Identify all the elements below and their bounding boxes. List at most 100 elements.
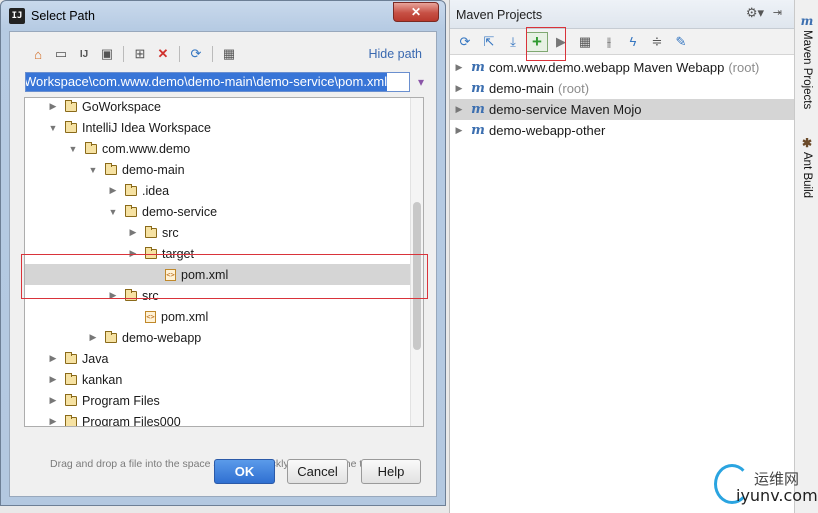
skip-tests-icon[interactable]: ϟ: [622, 31, 644, 53]
collapsed-arrow-icon[interactable]: ▶: [47, 374, 59, 385]
project-icon[interactable]: IJ: [74, 44, 94, 64]
cancel-button[interactable]: Cancel: [287, 459, 348, 484]
folder-icon: [65, 414, 77, 426]
tab-ant-build-label: Ant Build: [801, 152, 813, 199]
folder-icon: [125, 183, 137, 196]
folder-icon: [105, 330, 117, 343]
maven-project-label: demo-service Maven Mojo: [489, 102, 642, 117]
tree-row[interactable]: <> pom.xml: [25, 306, 411, 327]
dialog-titlebar: IJ Select Path: [9, 6, 95, 26]
tree-row[interactable]: ▶ Program Files: [25, 390, 411, 411]
refresh-icon[interactable]: ⟳: [186, 44, 206, 64]
tree-row[interactable]: ▶ demo-webapp: [25, 327, 411, 348]
tree-item-label: kankan: [82, 372, 123, 387]
collapsed-arrow-icon[interactable]: ▶: [453, 83, 465, 94]
maven-project-row[interactable]: ▶ m demo-main (root): [450, 78, 794, 99]
tab-maven-projects[interactable]: m Maven Projects: [795, 14, 818, 109]
new-folder-icon[interactable]: ⊞: [130, 44, 150, 64]
path-input[interactable]: Workspace\com.www.demo\demo-main\demo-se…: [25, 72, 410, 92]
tab-ant-build[interactable]: ✱ Ant Build: [795, 136, 818, 198]
maven-panel-header: Maven Projects ⚙▾ ⇥: [450, 0, 794, 29]
intellij-icon: IJ: [9, 8, 25, 24]
folder-icon: [105, 162, 117, 175]
maven-project-row[interactable]: ▶ m demo-service Maven Mojo: [450, 99, 794, 120]
tree-item-label: IntelliJ Idea Workspace: [82, 120, 211, 135]
collapsed-arrow-icon[interactable]: ▶: [47, 101, 59, 112]
dialog-toolbar: ⌂ ▭ IJ ▣ ⊞ ✕ ⟳ ▦: [28, 44, 239, 64]
maven-project-label: com.www.demo.webapp Maven Webapp: [489, 60, 725, 75]
folder-icon: [65, 99, 77, 112]
download-icon[interactable]: ⤓: [502, 31, 524, 53]
execute-goal-icon[interactable]: ▦: [574, 31, 596, 53]
tree-item-label: demo-service: [142, 204, 218, 219]
maven-project-row[interactable]: ▶ m demo-webapp-other: [450, 120, 794, 141]
tree-item-label: Program Files000: [82, 414, 181, 427]
maven-project-label: demo-webapp-other: [489, 123, 606, 138]
tree-row[interactable]: ▶ Program Files000: [25, 411, 411, 427]
dialog-title: Select Path: [31, 9, 95, 23]
tree-row[interactable]: ▼ demo-service: [25, 201, 411, 222]
maven-module-icon: m: [471, 123, 485, 138]
tree-item-label: pom.xml: [161, 309, 209, 324]
tree-row[interactable]: ▶ kankan: [25, 369, 411, 390]
tree-row[interactable]: ▶ .idea: [25, 180, 411, 201]
expanded-arrow-icon[interactable]: ▼: [67, 144, 79, 154]
collapsed-arrow-icon[interactable]: ▶: [87, 332, 99, 343]
tree-row[interactable]: ▶ src: [25, 222, 411, 243]
close-button[interactable]: ✕: [393, 2, 439, 22]
collapsed-arrow-icon[interactable]: ▶: [127, 227, 139, 238]
maven-project-label: demo-main: [489, 81, 555, 96]
module-icon[interactable]: ▣: [97, 44, 117, 64]
collapsed-arrow-icon[interactable]: ▶: [47, 353, 59, 364]
tree-item-label: .idea: [142, 183, 170, 198]
watermark-url: iyunv.com: [736, 486, 818, 505]
tree-row[interactable]: ▼ IntelliJ Idea Workspace: [25, 117, 411, 138]
generate-sources-icon[interactable]: ⇱: [478, 31, 500, 53]
delete-icon[interactable]: ✕: [153, 44, 173, 64]
help-button[interactable]: Help: [361, 459, 421, 484]
watermark-logo: 运维网 iyunv.com: [712, 462, 818, 510]
maven-module-icon: m: [471, 102, 485, 117]
highlight-add-box: [526, 27, 566, 61]
toggle-offline-icon[interactable]: ⫲: [598, 31, 620, 53]
collapsed-arrow-icon[interactable]: ▶: [453, 62, 465, 73]
tree-row[interactable]: ▼ com.www.demo: [25, 138, 411, 159]
maven-module-icon: m: [471, 60, 485, 75]
home-icon[interactable]: ⌂: [28, 44, 48, 64]
expanded-arrow-icon[interactable]: ▼: [87, 165, 99, 175]
gear-icon[interactable]: ⚙▾: [746, 5, 764, 21]
maven-icon: m: [800, 14, 814, 28]
folder-icon: [65, 393, 77, 406]
highlight-selection-box: [21, 254, 428, 299]
collapsed-arrow-icon[interactable]: ▶: [453, 104, 465, 115]
folder-icon: [85, 141, 97, 154]
ant-icon: ✱: [801, 136, 813, 150]
path-input-value: Workspace\com.www.demo\demo-main\demo-se…: [25, 73, 388, 91]
tree-item-label: com.www.demo: [102, 141, 191, 156]
expanded-arrow-icon[interactable]: ▼: [47, 123, 59, 133]
hide-panel-icon[interactable]: ⇥: [773, 6, 782, 19]
maven-module-icon: m: [471, 81, 485, 96]
tool-window-strip: m Maven Projects ✱ Ant Build: [794, 0, 818, 513]
select-path-dialog: IJ Select Path ✕ ⌂ ▭ IJ ▣ ⊞ ✕ ⟳ ▦ Hide p…: [0, 0, 446, 506]
maven-project-row[interactable]: ▶ m com.www.demo.webapp Maven Webapp (root): [450, 57, 794, 78]
desktop-icon[interactable]: ▭: [51, 44, 71, 64]
collapsed-arrow-icon[interactable]: ▶: [47, 395, 59, 406]
collapsed-arrow-icon[interactable]: ▶: [453, 125, 465, 136]
collapsed-arrow-icon[interactable]: ▶: [47, 416, 59, 426]
reimport-icon[interactable]: ⟳: [454, 31, 476, 53]
hide-path-link[interactable]: Hide path: [368, 47, 422, 61]
expanded-arrow-icon[interactable]: ▼: [107, 207, 119, 217]
path-history-icon[interactable]: ▾: [414, 72, 428, 92]
collapse-all-icon[interactable]: ≑: [646, 31, 668, 53]
tree-row[interactable]: ▼ demo-main: [25, 159, 411, 180]
ok-button[interactable]: OK: [214, 459, 275, 484]
tree-item-label: Java: [82, 351, 109, 366]
tree-row[interactable]: ▶ Java: [25, 348, 411, 369]
settings-icon[interactable]: ✎: [670, 31, 692, 53]
toolbar-separator: [212, 46, 213, 62]
collapsed-arrow-icon[interactable]: ▶: [107, 185, 119, 196]
show-hidden-icon[interactable]: ▦: [219, 44, 239, 64]
tree-row[interactable]: ▶ GoWorkspace: [25, 98, 411, 117]
tab-maven-projects-label: Maven Projects: [801, 30, 813, 110]
